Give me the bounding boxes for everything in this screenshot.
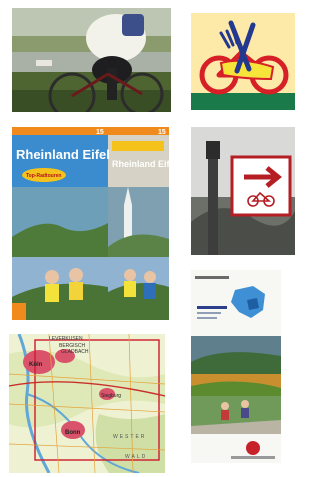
- back-title: Rheinland Eifel: [112, 159, 169, 169]
- cover-badge: Top-Radtouren: [26, 173, 61, 179]
- map-label: LEVERKUSEN: [49, 336, 83, 342]
- cycle-route-sign: [191, 127, 295, 255]
- back-number: 15: [158, 129, 166, 136]
- cycle-route-sign-thumbnail[interactable]: [191, 127, 295, 255]
- map-label: Bonn: [65, 430, 81, 436]
- flyer-cover: [191, 270, 281, 463]
- map-label: Siegburg: [101, 393, 121, 399]
- rheinland-eifel-cover: 15 15 Rheinland Eifel Top-Radtouren Rhei…: [12, 127, 169, 320]
- cyclist-photo-thumbnail[interactable]: [12, 8, 171, 112]
- bike-cafe-logo-thumbnail[interactable]: [191, 13, 295, 110]
- map-label: Köln: [29, 362, 43, 368]
- region-map: LEVERKUSEN BERGISCH GLADBACH Köln Bonn S…: [9, 334, 165, 473]
- rheinland-eifel-cover-thumbnail[interactable]: 15 15 Rheinland Eifel Top-Radtouren Rhei…: [12, 127, 169, 320]
- map-label: WESTER: [113, 434, 146, 440]
- cyclist-photo: [12, 8, 171, 112]
- cover-title: Rheinland Eifel: [16, 147, 110, 162]
- map-label: GLADBACH: [61, 349, 89, 355]
- flyer-cover-thumbnail[interactable]: [191, 270, 281, 463]
- bike-cafe-logo: [191, 13, 295, 110]
- region-map-thumbnail[interactable]: LEVERKUSEN BERGISCH GLADBACH Köln Bonn S…: [9, 334, 165, 473]
- map-label: WALD: [125, 454, 147, 460]
- cover-number: 15: [96, 129, 104, 136]
